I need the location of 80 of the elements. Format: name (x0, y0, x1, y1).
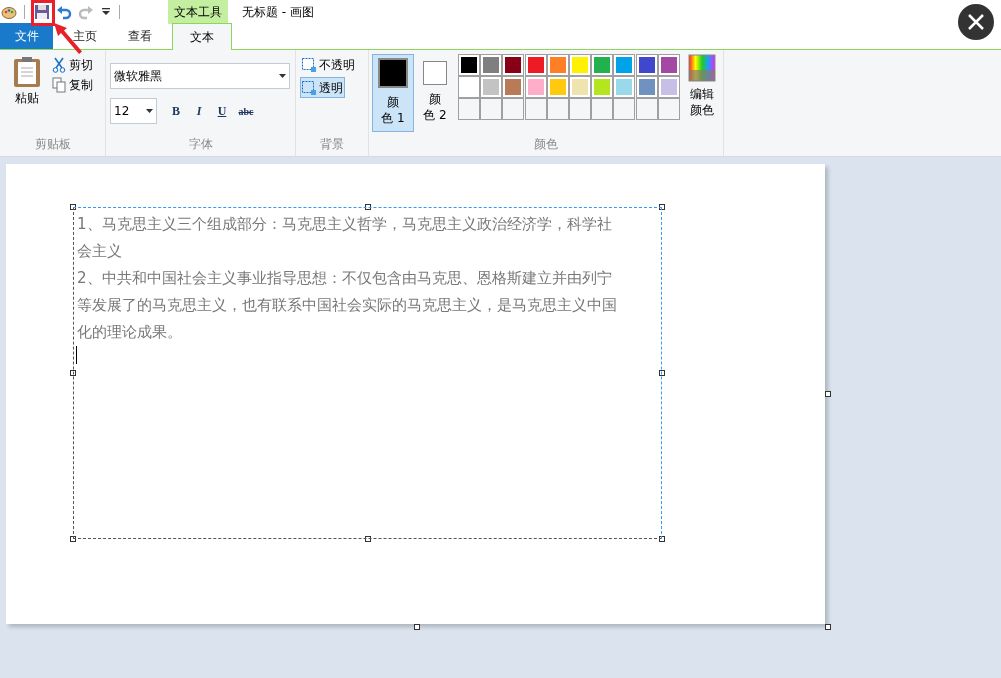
color-swatch[interactable] (569, 54, 591, 76)
color-label: 色 2 (423, 107, 447, 123)
resize-handle[interactable] (365, 536, 371, 542)
color-swatch[interactable] (502, 76, 525, 98)
resize-handle[interactable] (70, 204, 76, 210)
dropdown-icon[interactable] (102, 8, 110, 16)
color-swatch[interactable] (524, 54, 547, 76)
color-swatch[interactable] (613, 54, 636, 76)
resize-handle[interactable] (825, 624, 831, 630)
color-swatch[interactable] (569, 76, 591, 98)
background-option[interactable]: 透明 (300, 77, 345, 98)
cut-button[interactable]: 剪切 (52, 56, 93, 74)
text-line: 1、马克思主义三个组成部分：马克思主义哲学，马克思主义政治经济学，科学社 (77, 214, 612, 235)
rainbow-palette-icon (688, 54, 716, 82)
color-selector[interactable]: 颜 色 1 (372, 54, 414, 132)
color-swatch[interactable] (591, 54, 614, 76)
resize-handle[interactable] (659, 536, 665, 542)
resize-handle[interactable] (659, 370, 665, 376)
copy-button[interactable]: 复制 (52, 76, 93, 94)
ribbon-tab[interactable]: 文本 (172, 23, 232, 50)
color-selector[interactable]: 颜 色 2 (414, 54, 456, 132)
underline-button[interactable]: U (212, 102, 232, 120)
group-label: 颜色 (533, 136, 559, 153)
paste-button[interactable]: 粘贴 (8, 56, 46, 135)
color-swatch[interactable] (458, 54, 480, 76)
resize-handle[interactable] (70, 536, 76, 542)
italic-button[interactable]: I (189, 102, 209, 120)
color-swatch[interactable] (480, 54, 503, 76)
resize-handle[interactable] (414, 624, 420, 630)
font-family-dropdown[interactable]: 微软雅黑 (110, 63, 290, 89)
color-label: 颜 (429, 91, 441, 107)
close-icon (967, 13, 985, 31)
group-label: 剪贴板 (33, 136, 72, 153)
color-swatch[interactable] (657, 54, 680, 76)
file-menu-tab[interactable]: 文件 (0, 23, 53, 49)
text-box[interactable]: 1、马克思主义三个组成部分：马克思主义哲学，马克思主义政治经济学，科学社 会主义 2、中共和中国社会主义事业指导思想：不仅包含由马克思、恩格斯建立并由列宁 等发展了的马克思主义，也有联系中国社会实际的马克思主义，是马克思主义中国 化的理论成果。 (73, 207, 662, 539)
color-swatch[interactable] (635, 76, 658, 98)
text-line: 会主义 (77, 241, 122, 262)
window-title: 无标题 - 画图 (242, 4, 314, 21)
color-swatch[interactable] (613, 76, 636, 98)
color-swatch[interactable] (458, 76, 480, 98)
save-icon[interactable] (34, 4, 50, 20)
context-tab-label: 文本工具 (168, 0, 228, 24)
color-swatch[interactable] (546, 76, 569, 98)
clipboard-icon (12, 56, 42, 88)
background-option[interactable]: 不透明 (300, 54, 357, 75)
edit-colors-button[interactable]: 编辑 颜色 (683, 54, 721, 135)
highlight-rectangle (31, 0, 55, 26)
color-swatch[interactable] (591, 76, 614, 98)
text-line: 2、中共和中国社会主义事业指导思想：不仅包含由马克思、恩格斯建立并由列宁 (77, 268, 612, 289)
color-swatch[interactable] (657, 76, 680, 98)
color-label: 色 1 (381, 110, 405, 126)
text-line: 等发展了的马克思主义，也有联系中国社会实际的马克思主义，是马克思主义中国 (77, 295, 617, 316)
strikethrough-button[interactable]: abc (235, 103, 257, 119)
color-swatch[interactable] (480, 76, 503, 98)
redo-icon[interactable] (78, 4, 94, 20)
color-swatch[interactable] (524, 76, 547, 98)
group-label: 字体 (187, 136, 214, 153)
color-label: 颜 (387, 94, 399, 110)
copy-icon (52, 77, 66, 93)
text-cursor (76, 346, 77, 364)
undo-icon[interactable] (56, 4, 72, 20)
resize-handle[interactable] (825, 391, 831, 397)
resize-handle[interactable] (659, 204, 665, 210)
drawing-canvas[interactable]: 1、马克思主义三个组成部分：马克思主义哲学，马克思主义政治经济学，科学社 会主义 2、中共和中国社会主义事业指导思想：不仅包含由马克思、恩格斯建立并由列宁 等发展了的马克思主义，也有联系中国社会实际的马克思主义，是马克思主义中国 化的理论成果。 (6, 164, 825, 624)
scissors-icon (52, 57, 66, 73)
color-swatch[interactable] (502, 54, 525, 76)
color-swatch[interactable] (635, 54, 658, 76)
palette-icon[interactable] (1, 4, 17, 20)
text-frame-icon (302, 80, 316, 95)
group-label: 背景 (319, 136, 345, 153)
font-size-dropdown[interactable]: 12 (110, 98, 157, 124)
bold-button[interactable]: B (166, 102, 186, 120)
caret-icon (146, 109, 153, 113)
text-frame-icon (302, 57, 316, 72)
caret-icon (279, 74, 286, 78)
resize-handle[interactable] (70, 370, 76, 376)
text-line: 化的理论成果。 (77, 322, 182, 343)
resize-handle[interactable] (365, 204, 371, 210)
color-swatch[interactable] (546, 54, 569, 76)
